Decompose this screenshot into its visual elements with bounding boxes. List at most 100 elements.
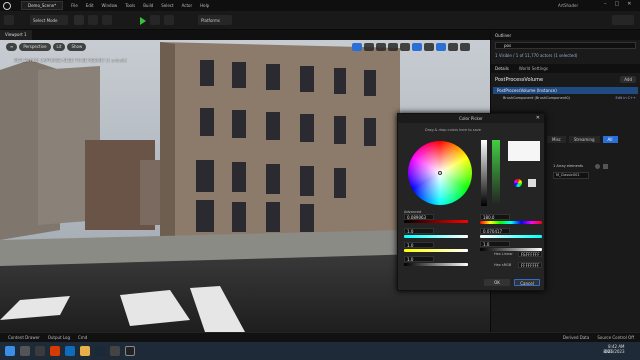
cinematics-icon[interactable]	[102, 15, 112, 25]
h-slider[interactable]	[480, 221, 542, 224]
camera-speed-icon[interactable]	[448, 43, 458, 51]
ok-button[interactable]: OK	[484, 279, 510, 286]
menu-item-select[interactable]: Select	[161, 3, 173, 8]
g-field[interactable]: 1.0	[404, 228, 434, 234]
edit-in-cpp-link[interactable]: Edit in C++	[615, 96, 636, 100]
minimize-icon[interactable]: –	[604, 1, 607, 7]
r-field[interactable]: 0.089063	[404, 214, 434, 220]
menu-item-help[interactable]: Help	[200, 3, 209, 8]
hex-linear-field[interactable]: FEFFFFFF	[518, 251, 542, 257]
tab-all[interactable]: All	[602, 136, 618, 143]
alpha-slider[interactable]	[492, 140, 500, 206]
maximize-icon[interactable]: □	[615, 1, 620, 7]
picker-close-icon[interactable]: ✕	[536, 114, 540, 123]
value-slider[interactable]	[481, 140, 487, 206]
viewport-tab[interactable]: Viewport 1	[0, 30, 32, 40]
add-content-icon[interactable]	[74, 15, 84, 25]
outliner-search-input[interactable]: pos	[495, 42, 636, 49]
perspective-button[interactable]: Perspective	[19, 43, 51, 51]
search-icon[interactable]	[20, 346, 30, 356]
outliner-tab[interactable]: Outliner	[491, 30, 640, 40]
file-explorer-icon[interactable]	[80, 346, 90, 356]
edge-icon[interactable]	[65, 346, 75, 356]
save-icon[interactable]	[4, 15, 14, 25]
platforms-button[interactable]: Platforms	[198, 15, 232, 25]
tab-details[interactable]: Details	[495, 66, 509, 71]
task-view-icon[interactable]	[35, 346, 45, 356]
delete-icon[interactable]	[603, 164, 608, 169]
viewport-options-button[interactable]: ≡	[6, 43, 18, 51]
b-field[interactable]: 1.0	[404, 242, 434, 248]
color-picker-dialog: Color Picker ✕ Drag & drop colors here t…	[397, 113, 545, 291]
tab-misc[interactable]: Misc	[547, 136, 566, 143]
menu-item-edit[interactable]: Edit	[86, 3, 94, 8]
select-mode-button[interactable]: Select Mode	[30, 15, 68, 25]
component-child[interactable]: BrushComponent (BrushComponent0)	[503, 96, 570, 100]
close-icon[interactable]: ✕	[627, 1, 631, 7]
v-field[interactable]: 1.0	[480, 241, 510, 247]
a-slider[interactable]	[404, 263, 468, 266]
blueprint-icon[interactable]	[88, 15, 98, 25]
main-toolbar: Select Mode Platforms	[0, 11, 640, 30]
steam-icon[interactable]	[95, 346, 105, 356]
viewport-transform-tools	[352, 43, 470, 51]
grid-snap-icon[interactable]	[412, 43, 422, 51]
taskbar-clock: 8:42 AM 4/26/2023	[604, 344, 625, 354]
hex-srgb-field[interactable]: FFFFFFFF	[518, 262, 542, 268]
derived-data-button[interactable]: Derived Data	[563, 335, 590, 340]
select-tool-icon[interactable]	[352, 43, 362, 51]
cmd-dropdown[interactable]: Cmd	[78, 335, 87, 340]
s-slider[interactable]	[480, 235, 542, 238]
menu-item-tools[interactable]: Tools	[125, 3, 135, 8]
settings-button[interactable]	[612, 15, 634, 25]
eyedropper-icon[interactable]	[528, 179, 536, 187]
content-drawer-button[interactable]: Content Drawer	[8, 335, 40, 340]
source-control-button[interactable]: Source Control Off	[597, 335, 634, 340]
status-bar: Content Drawer Output Log Cmd Derived Da…	[0, 332, 640, 342]
color-wheel[interactable]	[408, 141, 472, 205]
menu-item-file[interactable]: File	[71, 3, 78, 8]
color-picker-title: Color Picker	[459, 116, 483, 121]
s-field[interactable]: 0.070417	[480, 228, 510, 234]
viewport-controls: ≡ Perspective Lit Show	[6, 43, 87, 51]
lit-button[interactable]: Lit	[52, 43, 66, 51]
grid-size-icon[interactable]	[424, 43, 434, 51]
windows-taskbar: ENG	[0, 342, 640, 360]
hex-linear-label: Hex Linear	[494, 252, 513, 256]
b-slider[interactable]	[404, 249, 468, 252]
office-icon[interactable]	[50, 346, 60, 356]
project-tab[interactable]: Demo_Scene*	[21, 1, 64, 10]
add-component-button[interactable]: Add	[620, 76, 636, 83]
discord-icon[interactable]	[110, 346, 120, 356]
scale-tool-icon[interactable]	[388, 43, 398, 51]
saved-colors-hint: Drag & drop colors here to save	[425, 128, 481, 132]
g-slider[interactable]	[404, 235, 468, 238]
move-tool-icon[interactable]	[364, 43, 374, 51]
add-element-icon[interactable]	[595, 164, 600, 169]
start-icon[interactable]	[5, 346, 15, 356]
menu-item-build[interactable]: Build	[143, 3, 153, 8]
maximize-viewport-icon[interactable]	[460, 43, 470, 51]
show-button[interactable]: Show	[67, 43, 87, 51]
theme-icon[interactable]	[514, 179, 522, 187]
play-options-icon[interactable]	[150, 15, 160, 25]
cancel-button[interactable]: Cancel	[514, 279, 540, 286]
menu-item-actor[interactable]: Actor	[182, 3, 193, 8]
rotation-snap-icon[interactable]	[436, 43, 446, 51]
a-field[interactable]: 1.0	[404, 256, 434, 262]
play-icon[interactable]	[140, 17, 146, 25]
rotate-tool-icon[interactable]	[376, 43, 386, 51]
r-slider[interactable]	[404, 220, 468, 223]
skip-icon[interactable]	[164, 15, 174, 25]
actor-name: PostProcessVolume	[495, 76, 544, 83]
unreal-taskbar-icon[interactable]	[125, 346, 135, 356]
component-root[interactable]: PostProcessVolume (Instance)	[493, 87, 638, 94]
tab-world-settings[interactable]: World Settings	[519, 66, 548, 71]
outliner-panel: Outliner pos 1 Visible / 1 of 11,770 act…	[490, 30, 640, 122]
material-dropdown[interactable]: M_Classic001	[553, 172, 589, 179]
world-space-icon[interactable]	[400, 43, 410, 51]
tab-streaming[interactable]: Streaming	[568, 136, 600, 143]
h-field[interactable]: 180.0	[480, 214, 510, 220]
output-log-button[interactable]: Output Log	[48, 335, 70, 340]
menu-item-window[interactable]: Window	[102, 3, 118, 8]
